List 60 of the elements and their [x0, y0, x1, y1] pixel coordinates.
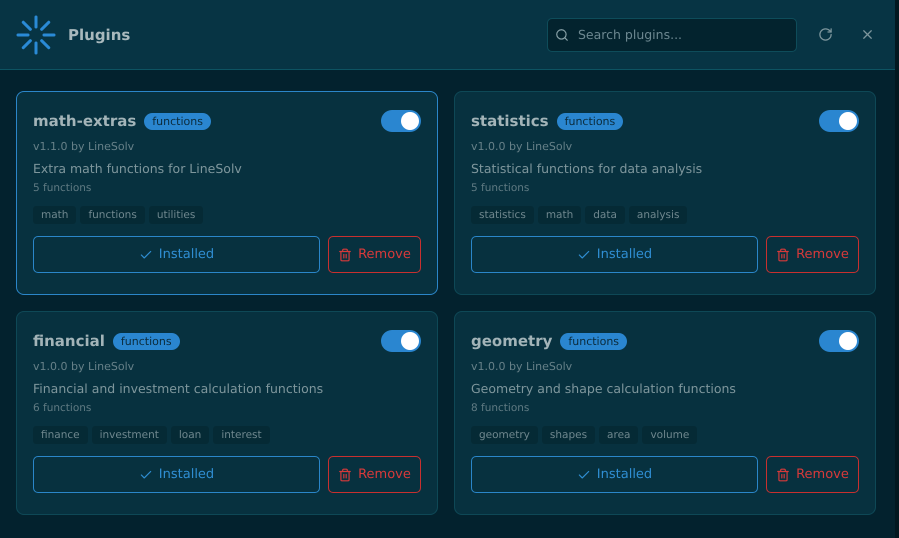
plugin-card[interactable]: math-extras functions v1.1.0 by LineSolv Extra math functions for LineSolv 5 functions math functions utilities Installed Remove	[16, 91, 438, 295]
plugin-name: math-extras	[33, 112, 136, 130]
enable-toggle[interactable]	[381, 330, 421, 352]
plugin-card[interactable]: statistics functions v1.0.0 by LineSolv Statistical functions for data analysis 5 functions statistics math data analysis Installed Remove	[454, 91, 876, 295]
tag: utilities	[148, 206, 204, 224]
tag: data	[585, 206, 625, 224]
plugin-version: v1.0.0 by LineSolv	[33, 360, 136, 373]
loader-logo-icon	[14, 12, 58, 56]
installed-button[interactable]: Installed	[471, 236, 758, 273]
category-badge: functions	[556, 112, 624, 130]
trash-icon	[338, 468, 352, 482]
trash-icon	[776, 468, 790, 482]
category-badge: functions	[144, 112, 211, 130]
plugin-card[interactable]: financial functions v1.0.0 by LineSolv Financial and investment calculation functions 6 functions finance investment loan interest Installed Remove	[16, 311, 438, 515]
installed-button[interactable]: Installed	[33, 456, 320, 493]
plugin-description: Extra math functions for LineSolv	[33, 161, 243, 176]
tag: shapes	[542, 426, 596, 444]
remove-button[interactable]: Remove	[766, 236, 859, 273]
plugin-name: geometry	[471, 332, 552, 350]
search-icon	[555, 28, 569, 42]
plugin-version: v1.0.0 by LineSolv	[471, 360, 574, 373]
tag: geometry	[471, 426, 538, 444]
plugin-description: Geometry and shape calculation functions	[471, 381, 737, 396]
tag: analysis	[628, 206, 688, 224]
plugin-version: v1.0.0 by LineSolv	[471, 140, 574, 153]
tag: investment	[92, 426, 167, 444]
function-count: 6 functions	[33, 402, 92, 414]
trash-icon	[338, 248, 352, 262]
tag: loan	[170, 426, 210, 444]
refresh-icon	[818, 27, 832, 42]
enable-toggle[interactable]	[381, 110, 421, 132]
search-field[interactable]: Search plugins...	[547, 18, 797, 52]
category-badge: functions	[560, 332, 628, 350]
plugin-description: Statistical functions for data analysis	[471, 161, 704, 176]
installed-button[interactable]: Installed	[33, 236, 320, 273]
plugin-card[interactable]: geometry functions v1.0.0 by LineSolv Geometry and shape calculation functions 8 functions geometry shapes area volume Installed Remove	[454, 311, 876, 515]
category-badge: functions	[112, 332, 180, 350]
tag: volume	[642, 426, 698, 444]
function-count: 8 functions	[471, 402, 530, 414]
plugin-version: v1.1.0 by LineSolv	[33, 140, 136, 153]
remove-button[interactable]: Remove	[328, 456, 421, 493]
enable-toggle[interactable]	[819, 330, 859, 352]
plugin-name: financial	[33, 332, 105, 350]
panel-title: Plugins	[68, 26, 130, 44]
trash-icon	[776, 248, 790, 262]
remove-button[interactable]: Remove	[328, 236, 421, 273]
tag: interest	[213, 426, 270, 444]
tag: functions	[80, 206, 145, 224]
tag: area	[599, 426, 638, 444]
function-count: 5 functions	[471, 182, 530, 194]
tag: statistics	[471, 206, 534, 224]
installed-button[interactable]: Installed	[471, 456, 758, 493]
tag: finance	[33, 426, 88, 444]
tag: math	[33, 206, 76, 224]
remove-button[interactable]: Remove	[766, 456, 859, 493]
plugin-description: Financial and investment calculation functions	[33, 381, 324, 396]
plugin-name: statistics	[471, 112, 549, 130]
function-count: 5 functions	[33, 182, 92, 194]
tag: math	[538, 206, 582, 224]
enable-toggle[interactable]	[819, 110, 859, 132]
